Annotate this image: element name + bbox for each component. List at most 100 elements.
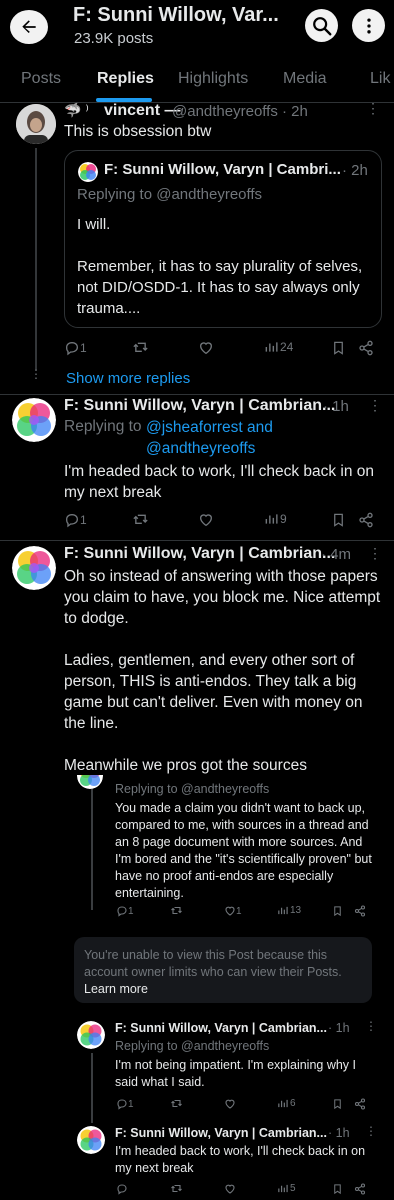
author-name[interactable]: F: Sunni Willow, Varyn | Cambrian... (64, 545, 335, 563)
embed-author-name: F: Sunni Willow, Varyn | Cambrian... (115, 1021, 327, 1035)
reply-count: 1 (80, 341, 87, 355)
view-count: 24 (280, 340, 294, 354)
thread-ellipsis-icon: ⋮ (30, 367, 43, 381)
views-button[interactable]: 24 (264, 340, 293, 354)
post-more-icon[interactable]: ⋮ (368, 545, 383, 562)
views-chart-icon (265, 514, 278, 524)
repost-button[interactable] (170, 1098, 183, 1110)
reply-icon (65, 513, 79, 528)
bookmark-button[interactable] (332, 905, 343, 917)
views-button[interactable]: 13 (277, 905, 301, 916)
avatar[interactable] (12, 546, 56, 590)
post-text: This is obsession btw (64, 123, 212, 140)
back-button[interactable] (10, 10, 48, 44)
author-name[interactable]: vincent — (104, 102, 180, 120)
reply-button[interactable]: 1 (116, 1098, 134, 1110)
heart-icon (225, 1184, 235, 1194)
learn-more-link[interactable]: Learn more (84, 981, 148, 998)
tab-media[interactable]: Media (283, 70, 327, 88)
back-arrow-icon (22, 20, 36, 33)
quoted-author-name: F: Sunni Willow, Varyn | Cambri... (104, 161, 341, 178)
embed-avatar (77, 1126, 105, 1154)
repost-icon (133, 342, 148, 352)
views-button[interactable]: 9 (264, 512, 287, 526)
reply-button[interactable]: 1 (116, 905, 134, 917)
views-chart-icon (278, 1184, 288, 1193)
post-more-icon[interactable]: ⋮ (365, 1124, 378, 1138)
user-photo-avatar (16, 104, 56, 144)
views-chart-icon (278, 906, 288, 915)
tab-highlights[interactable]: Highlights (178, 70, 248, 88)
views-button[interactable]: 5 (277, 1183, 296, 1194)
emoji-badges: 🦈 ⁾ (64, 102, 89, 118)
bookmark-button[interactable] (332, 1183, 343, 1195)
repost-button[interactable] (132, 512, 149, 528)
reply-count: 1 (128, 1098, 134, 1110)
reply-icon (117, 906, 127, 917)
repost-button[interactable] (132, 340, 149, 356)
reply-count: 1 (128, 905, 134, 917)
heart-icon (225, 906, 235, 916)
notice-text: You're unable to view this Post because … (84, 948, 342, 979)
like-button[interactable] (198, 512, 214, 528)
post-more-icon[interactable]: ⋮ (365, 1019, 378, 1033)
reply-count: 1 (80, 513, 87, 527)
avatar[interactable] (12, 398, 56, 442)
share-icon (354, 905, 366, 917)
replying-to-links[interactable]: @jsheaforrest and @andtheyreoffs (146, 417, 386, 459)
heart-icon (199, 342, 213, 355)
view-count: 6 (290, 1098, 296, 1109)
like-button[interactable] (224, 1183, 236, 1195)
views-button[interactable]: 6 (277, 1098, 296, 1109)
replying-to-link[interactable]: @andtheyreoffs (181, 782, 269, 796)
post-more-icon[interactable]: ⋮ (368, 397, 383, 414)
show-more-replies-link[interactable]: Show more replies (66, 370, 190, 387)
quoted-time: · 2h (342, 162, 368, 179)
more-vertical-icon (366, 18, 371, 33)
tab-likes[interactable]: Lik (370, 70, 390, 88)
tab-replies[interactable]: Replies (97, 70, 154, 88)
post-text: Oh so instead of answering with those pa… (64, 568, 381, 774)
view-count: 13 (290, 905, 302, 916)
bookmark-icon (334, 906, 341, 917)
post-time: · 4m (321, 546, 351, 563)
bookmark-icon (334, 513, 343, 527)
like-button[interactable] (198, 340, 214, 356)
share-button[interactable] (358, 512, 374, 528)
like-button[interactable]: 1 (224, 905, 242, 917)
repost-button[interactable] (170, 905, 183, 917)
replying-to-link[interactable]: @andtheyreoffs (181, 1039, 269, 1053)
embed-avatar (77, 1021, 105, 1049)
search-button[interactable] (305, 9, 338, 42)
reply-button[interactable]: 1 (64, 340, 87, 356)
share-button[interactable] (354, 905, 366, 917)
avatar[interactable] (16, 104, 56, 144)
bookmark-icon (334, 341, 343, 355)
like-button[interactable] (224, 1098, 236, 1110)
author-name[interactable]: F: Sunni Willow, Varyn | Cambrian... (64, 397, 335, 415)
bookmark-button[interactable] (331, 512, 346, 528)
thread-line (91, 1053, 93, 1123)
embed-author-name: F: Sunni Willow, Varyn | Cambrian... (115, 1126, 327, 1140)
views-chart-icon (265, 342, 278, 352)
author-handle[interactable]: @andtheyreoffs · 2h (172, 103, 308, 120)
share-button[interactable] (354, 1183, 366, 1195)
more-options-button[interactable] (352, 9, 385, 42)
share-button[interactable] (354, 1098, 366, 1110)
share-icon (359, 340, 373, 356)
tab-posts[interactable]: Posts (21, 70, 61, 88)
repost-button[interactable] (170, 1183, 183, 1195)
reply-button[interactable] (116, 1183, 128, 1195)
bookmark-button[interactable] (331, 340, 346, 356)
reply-button[interactable]: 1 (64, 512, 87, 528)
reply-icon (65, 341, 79, 356)
replying-to-prefix: Replying to (115, 1039, 178, 1053)
share-button[interactable] (358, 340, 374, 356)
like-count: 1 (236, 905, 242, 917)
bookmark-button[interactable] (332, 1098, 343, 1110)
page-title: F: Sunni Willow, Var... (73, 4, 279, 26)
view-count: 9 (280, 512, 287, 526)
post-more-icon[interactable]: ⋮ (366, 100, 381, 117)
embed-avatar (77, 775, 103, 789)
rainbow-circles-avatar (12, 546, 56, 590)
